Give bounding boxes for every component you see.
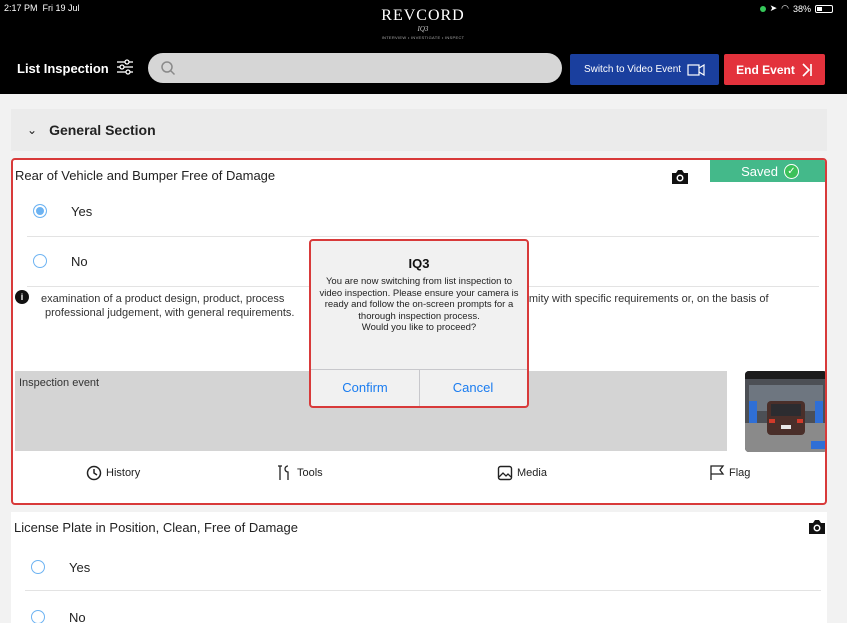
logo-sub-text: IQ3 [417, 25, 429, 33]
info-icon[interactable]: i [15, 290, 29, 304]
exit-icon [802, 62, 812, 77]
status-date: Fri 19 Jul [42, 3, 80, 13]
video-camera-icon [687, 63, 705, 76]
switch-confirm-dialog: IQ3 You are now switching from list insp… [309, 239, 529, 408]
recording-dot-icon [759, 5, 766, 12]
end-event-label: End Event [736, 62, 795, 77]
status-time: 2:17 PM [4, 3, 38, 13]
tools-label: Tools [297, 467, 323, 479]
app-header: 2:17 PM Fri 19 Jul ➤ ◠ 38% REVCORD IQ3 I… [0, 0, 847, 94]
media-button[interactable]: Media [497, 465, 547, 481]
info-right-text: formity with specific requirements or, o… [516, 293, 769, 305]
question-title: Rear of Vehicle and Bumper Free of Damag… [15, 168, 276, 183]
dialog-message: You are now switching from list inspecti… [319, 276, 519, 334]
cancel-button[interactable]: Cancel [419, 369, 527, 406]
inspection-item-card-2: License Plate in Position, Clean, Free o… [11, 512, 827, 623]
divider [25, 590, 821, 591]
revcord-logo: REVCORD IQ3 INTERVIEW • INVESTIGATE • IN… [368, 7, 478, 45]
flag-label: Flag [729, 467, 751, 479]
status-bar-left: 2:17 PM Fri 19 Jul [4, 3, 80, 13]
location-icon: ➤ [769, 3, 778, 13]
tools-button[interactable]: Tools [277, 465, 323, 481]
confirm-button[interactable]: Confirm [311, 369, 419, 406]
image-icon [497, 465, 513, 481]
wifi-icon: ◠ [781, 3, 789, 13]
logo-main-text: REVCORD [381, 7, 465, 24]
question-title-2: License Plate in Position, Clean, Free o… [14, 520, 298, 535]
logo-tagline: INTERVIEW • INVESTIGATE • INSPECT [381, 35, 465, 40]
option-yes-2[interactable]: Yes [11, 542, 823, 592]
dialog-message-body: You are now switching from list inspecti… [319, 276, 519, 322]
saved-label: Saved [741, 163, 778, 179]
option-no-label-2: No [69, 609, 86, 623]
dialog-question: Would you like to proceed? [361, 322, 477, 333]
option-no-label: No [71, 253, 88, 269]
radio-no[interactable] [33, 254, 47, 268]
vehicle-photo-thumbnail[interactable] [745, 371, 825, 452]
history-icon [86, 465, 102, 481]
camera-icon[interactable] [671, 169, 689, 185]
camera-icon[interactable] [808, 519, 826, 535]
check-icon: ✓ [783, 163, 799, 179]
flag-button[interactable]: Flag [709, 465, 750, 481]
media-label: Media [517, 467, 547, 479]
end-event-button[interactable]: End Event [724, 54, 825, 85]
dialog-title: IQ3 [408, 256, 430, 271]
radio-yes[interactable] [33, 204, 47, 218]
flag-icon [710, 465, 725, 480]
option-yes-label-2: Yes [69, 559, 91, 575]
switch-to-video-label: Switch to Video Event [583, 64, 682, 75]
section-header[interactable]: ⌄ General Section [11, 109, 827, 151]
option-yes[interactable]: Yes [13, 186, 825, 236]
filter-icon[interactable] [116, 58, 134, 76]
status-bar-right: ➤ ◠ 38% [759, 3, 833, 14]
chevron-down-icon: ⌄ [27, 123, 38, 137]
battery-icon [815, 4, 833, 13]
search-icon [161, 61, 176, 76]
search-bar[interactable] [148, 53, 562, 83]
option-no-2[interactable]: No [11, 592, 823, 623]
saved-badge: Saved ✓ [710, 160, 825, 182]
info-left-line-1: examination of a product design, product… [41, 293, 285, 305]
section-title: General Section [49, 122, 156, 138]
switch-to-video-button[interactable]: Switch to Video Event [570, 54, 719, 85]
option-yes-label: Yes [71, 203, 93, 219]
tools-icon [278, 465, 289, 480]
battery-percent: 38% [792, 3, 811, 14]
radio-no-2[interactable] [31, 610, 45, 623]
history-button[interactable]: History [86, 465, 140, 481]
inspection-event-label: Inspection event [19, 377, 100, 389]
page-title: List Inspection [17, 61, 109, 76]
search-input[interactable] [182, 57, 552, 79]
history-label: History [106, 467, 141, 479]
radio-yes-2[interactable] [31, 560, 45, 574]
